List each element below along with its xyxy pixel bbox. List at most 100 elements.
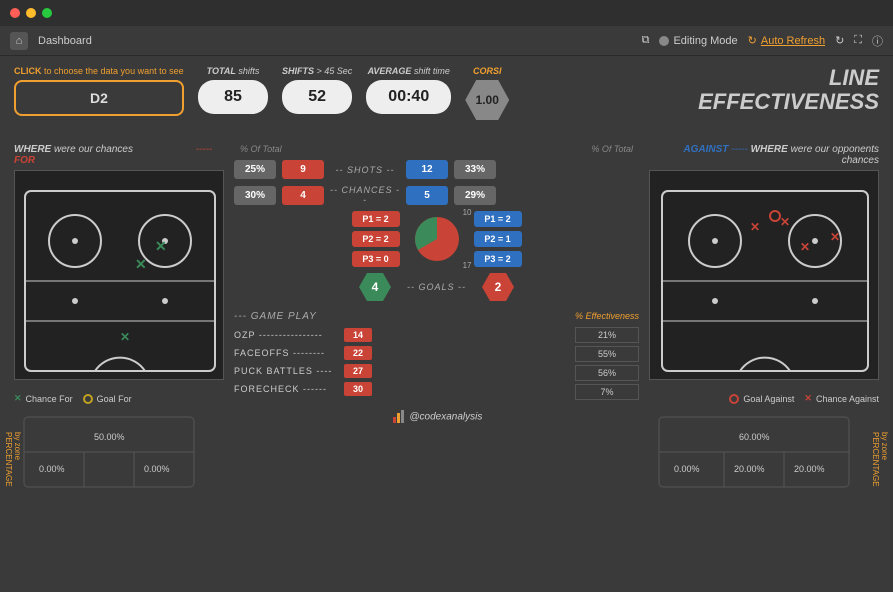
periods-section: P1 = 2 P2 = 2 P3 = 0 10 17 P1 = 2 P2 = 1… bbox=[234, 211, 639, 267]
shots-for-pct: 25% bbox=[234, 160, 276, 179]
gameplay-section: --- GAME PLAY OZP ----------------14 FAC… bbox=[234, 311, 639, 403]
for-zone-chart: 50.00% 0.00% 0.00% bbox=[14, 412, 204, 492]
gameplay-title: --- GAME PLAY bbox=[234, 311, 565, 322]
long-shifts-value: 52 bbox=[282, 80, 352, 114]
svg-text:✕: ✕ bbox=[120, 330, 130, 344]
expand-icon[interactable]: ⛶ bbox=[854, 34, 862, 47]
against-legend: Goal Against ✕Chance Against bbox=[649, 393, 879, 404]
svg-text:50.00%: 50.00% bbox=[94, 432, 125, 442]
period-box: P3 = 2 bbox=[474, 251, 522, 267]
period-box: P1 = 2 bbox=[474, 211, 522, 227]
period-box: P2 = 2 bbox=[352, 231, 400, 247]
effectiveness-value: 7% bbox=[575, 384, 639, 400]
avg-shift-value: 00:40 bbox=[366, 80, 451, 114]
selector-hint: CLICK to choose the data you want to see bbox=[14, 66, 184, 76]
data-selector: CLICK to choose the data you want to see… bbox=[14, 66, 184, 116]
footer-credit: @codexanalysis bbox=[234, 409, 639, 425]
goal-for-label: Goal For bbox=[97, 394, 132, 404]
effectiveness-value: 55% bbox=[575, 346, 639, 362]
shots-label: -- SHOTS -- bbox=[330, 165, 400, 175]
duplicate-icon[interactable]: ⧉ bbox=[642, 34, 650, 47]
circle-icon bbox=[83, 394, 93, 404]
svg-text:60.00%: 60.00% bbox=[739, 432, 770, 442]
chance-for-label: Chance For bbox=[26, 394, 73, 404]
effectiveness-value: 56% bbox=[575, 365, 639, 381]
maximize-window-icon[interactable] bbox=[42, 8, 52, 18]
page-name: Dashboard bbox=[38, 35, 92, 47]
x-icon: ✕ bbox=[804, 393, 812, 404]
period-box: P1 = 2 bbox=[352, 211, 400, 227]
auto-refresh-button[interactable]: ↻ Auto Refresh bbox=[748, 34, 825, 47]
against-rink-chart: ✕ ✕ ✕ ✕ bbox=[649, 170, 879, 380]
auto-refresh-label: Auto Refresh bbox=[761, 35, 825, 47]
help-icon[interactable]: ⓘ bbox=[872, 33, 883, 49]
chances-against-pct: 29% bbox=[454, 186, 496, 205]
total-shifts-value: 85 bbox=[198, 80, 268, 114]
svg-text:0.00%: 0.00% bbox=[674, 464, 700, 474]
avg-shift-stat: AVERAGE shift time 00:40 bbox=[366, 66, 451, 114]
corsi-stat: CORSI 1.00 bbox=[465, 66, 509, 120]
brand-icon[interactable]: ⌂ bbox=[10, 32, 28, 50]
pct-by-zone-label: PERCENTAGE by zone bbox=[4, 432, 22, 497]
data-select-input[interactable]: D2 bbox=[14, 80, 184, 116]
for-column: WHERE were our chances ----- FOR ✕ ✕ ✕ ✕… bbox=[14, 144, 224, 497]
gp-row: OZP ----------------14 bbox=[234, 328, 565, 342]
dashboard-main: CLICK to choose the data you want to see… bbox=[0, 56, 893, 592]
for-zone-pct: PERCENTAGE by zone 50.00% 0.00% 0.00% bbox=[14, 412, 224, 497]
pct-by-zone-label: PERCENTAGE by zone bbox=[871, 432, 889, 497]
against-periods: P1 = 2 P2 = 1 P3 = 2 bbox=[474, 211, 522, 267]
chances-for-val: 4 bbox=[282, 186, 324, 205]
corsi-value: 1.00 bbox=[465, 80, 509, 120]
against-zone-chart: 60.00% 0.00% 20.00% 20.00% bbox=[649, 412, 859, 492]
period-box: P3 = 0 bbox=[352, 251, 400, 267]
comparison-column: % Of Total % Of Total 25% 9 -- SHOTS -- … bbox=[234, 144, 639, 497]
window-titlebar bbox=[0, 0, 893, 26]
long-shifts-stat: SHIFTS > 45 Sec 52 bbox=[282, 66, 352, 114]
for-legend: ✕Chance For Goal For bbox=[14, 393, 224, 404]
corsi-label: CORSI bbox=[465, 66, 509, 76]
svg-text:✕: ✕ bbox=[800, 240, 810, 254]
gp-row: FORECHECK ------30 bbox=[234, 382, 565, 396]
chances-label: -- CHANCES -- bbox=[330, 185, 400, 205]
shots-row: 25% 9 -- SHOTS -- 12 33% bbox=[234, 160, 639, 179]
minimize-window-icon[interactable] bbox=[26, 8, 36, 18]
total-shifts-stat: TOTAL shifts 85 bbox=[198, 66, 268, 114]
period-box: P2 = 1 bbox=[474, 231, 522, 247]
page-title: LINE EFFECTIVENESS bbox=[698, 66, 879, 114]
shots-for-val: 9 bbox=[282, 160, 324, 179]
editing-mode-toggle[interactable]: Editing Mode bbox=[659, 35, 737, 47]
shots-against-pct: 33% bbox=[454, 160, 496, 179]
svg-text:✕: ✕ bbox=[155, 238, 167, 254]
rotate-icon[interactable]: ↻ bbox=[835, 34, 844, 47]
chance-against-label: Chance Against bbox=[816, 394, 879, 404]
gp-row: PUCK BATTLES ----27 bbox=[234, 364, 565, 378]
gp-row: FACEOFFS --------22 bbox=[234, 346, 565, 360]
goals-row: 4 -- GOALS -- 2 bbox=[234, 273, 639, 301]
against-zone-pct: PERCENTAGE by zone 60.00% 0.00% 20.00% 2… bbox=[649, 412, 879, 497]
for-header: WHERE were our chances ----- FOR bbox=[14, 144, 224, 166]
goals-pie-chart: 10 17 bbox=[410, 212, 464, 266]
against-column: AGAINST ----- WHERE were our opponents c… bbox=[649, 144, 879, 497]
circle-icon bbox=[729, 394, 739, 404]
logo-icon bbox=[391, 409, 407, 425]
chances-against-val: 5 bbox=[406, 186, 448, 205]
svg-text:✕: ✕ bbox=[750, 220, 760, 234]
top-stats-row: CLICK to choose the data you want to see… bbox=[14, 66, 879, 136]
svg-text:✕: ✕ bbox=[830, 230, 840, 244]
against-header: AGAINST ----- WHERE were our opponents c… bbox=[649, 144, 879, 166]
chances-row: 30% 4 -- CHANCES -- 5 29% bbox=[234, 185, 639, 205]
svg-text:0.00%: 0.00% bbox=[39, 464, 65, 474]
goals-against: 2 bbox=[482, 273, 514, 301]
refresh-icon: ↻ bbox=[748, 34, 757, 47]
close-window-icon[interactable] bbox=[10, 8, 20, 18]
effectiveness-value: 21% bbox=[575, 327, 639, 343]
svg-text:20.00%: 20.00% bbox=[734, 464, 765, 474]
effectiveness-title: % Effectiveness bbox=[575, 311, 639, 321]
for-periods: P1 = 2 P2 = 2 P3 = 0 bbox=[352, 211, 400, 267]
toggle-icon bbox=[659, 36, 669, 46]
svg-text:0.00%: 0.00% bbox=[144, 464, 170, 474]
svg-text:✕: ✕ bbox=[135, 256, 147, 272]
pct-header: % Of Total % Of Total bbox=[234, 144, 639, 154]
chances-for-pct: 30% bbox=[234, 186, 276, 205]
svg-text:✕: ✕ bbox=[780, 215, 790, 229]
